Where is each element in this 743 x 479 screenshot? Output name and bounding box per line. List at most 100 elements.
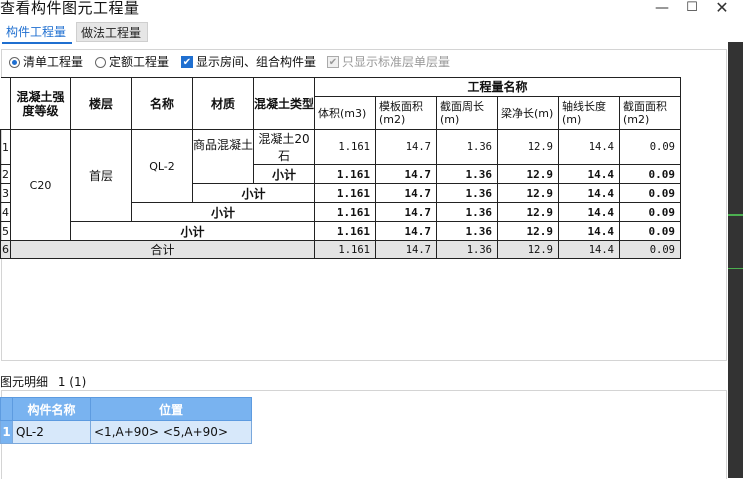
detail-section-title: 图元明细 1 (1) bbox=[0, 374, 86, 390]
detail-header-corner bbox=[0, 397, 13, 421]
header-index-corner bbox=[0, 77, 11, 130]
cell-beam-net-length: 12.9 bbox=[497, 129, 559, 165]
cell-axis-length: 14.4 bbox=[558, 221, 620, 241]
cell-section-area: 0.09 bbox=[619, 240, 681, 259]
cell-formwork-area: 14.7 bbox=[375, 221, 437, 241]
checkbox-disabled-icon: ✔ bbox=[327, 56, 339, 68]
header-concrete-type: 混凝土类型 bbox=[253, 77, 315, 130]
cell-concrete-type: 混凝土20石 bbox=[253, 129, 315, 165]
cell-formwork-area: 14.7 bbox=[375, 129, 437, 165]
cell-axis-length: 14.4 bbox=[558, 164, 620, 184]
check-standard-floor: ✔ 只显示标准层单层量 bbox=[327, 55, 450, 69]
cell-beam-net-length: 12.9 bbox=[497, 221, 559, 241]
window-title: 查看构件图元工程量 bbox=[0, 0, 140, 17]
detail-header-position: 位置 bbox=[90, 397, 252, 421]
check-show-rooms[interactable]: ✔ 显示房间、组合构件量 bbox=[181, 55, 316, 69]
detail-table: 构件名称 位置 1 QL-2 <1,A+90> <5,A+90> bbox=[0, 397, 252, 444]
cell-subtotal-label: 小计 bbox=[131, 202, 315, 222]
tab-component-quantity[interactable]: 构件工程量 bbox=[2, 22, 72, 44]
header-grade: 混凝土强度等级 bbox=[10, 77, 71, 130]
header-volume: 体积(m3) bbox=[314, 96, 376, 130]
cell-beam-net-length: 12.9 bbox=[497, 240, 559, 259]
close-icon[interactable]: ✕ bbox=[708, 0, 736, 16]
row-index: 3 bbox=[0, 183, 11, 203]
cell-total-label: 合计 bbox=[10, 240, 315, 259]
cell-section-perimeter: 1.36 bbox=[436, 202, 498, 222]
strip-accent-2 bbox=[728, 268, 743, 269]
cell-beam-net-length: 12.9 bbox=[497, 183, 559, 203]
radio-list-label: 清单工程量 bbox=[23, 55, 84, 69]
cell-subtotal-label: 小计 bbox=[70, 221, 315, 241]
detail-header-name: 构件名称 bbox=[12, 397, 91, 421]
detail-title-text: 图元明细 bbox=[0, 375, 49, 389]
cell-volume: 1.161 bbox=[314, 183, 376, 203]
cell-volume: 1.161 bbox=[314, 129, 376, 165]
cell-section-perimeter: 1.36 bbox=[436, 129, 498, 165]
cell-formwork-area: 14.7 bbox=[375, 202, 437, 222]
cell-section-perimeter: 1.36 bbox=[436, 240, 498, 259]
detail-row[interactable]: 1 QL-2 <1,A+90> <5,A+90> bbox=[0, 420, 252, 444]
cell-volume: 1.161 bbox=[314, 221, 376, 241]
radio-list-quantity[interactable]: 清单工程量 bbox=[9, 55, 83, 69]
cell-subtotal-label: 小计 bbox=[192, 183, 315, 203]
header-floor: 楼层 bbox=[70, 77, 132, 130]
cell-grade: C20 bbox=[10, 129, 71, 241]
check-std-label: 只显示标准层单层量 bbox=[342, 55, 451, 69]
cell-section-perimeter: 1.36 bbox=[436, 164, 498, 184]
radio-unselected-icon[interactable] bbox=[95, 56, 106, 68]
cell-section-area: 0.09 bbox=[619, 202, 681, 222]
cell-name: QL-2 bbox=[131, 129, 193, 203]
cell-formwork-area: 14.7 bbox=[375, 183, 437, 203]
header-axis-length: 轴线长度(m) bbox=[558, 96, 620, 130]
cell-axis-length: 14.4 bbox=[558, 202, 620, 222]
detail-cell-position[interactable]: <1,A+90> <5,A+90> bbox=[90, 420, 252, 444]
row-index: 1 bbox=[0, 129, 11, 165]
table-row[interactable]: 1 C20 首层 QL-2 商品混凝土 混凝土20石 1.161 14.7 1.… bbox=[0, 129, 681, 241]
tab-method-quantity[interactable]: 做法工程量 bbox=[76, 22, 148, 42]
strip-accent bbox=[728, 214, 743, 216]
maximize-icon[interactable]: ☐ bbox=[678, 0, 706, 16]
cell-section-perimeter: 1.36 bbox=[436, 183, 498, 203]
cell-section-area: 0.09 bbox=[619, 221, 681, 241]
row-index: 6 bbox=[0, 240, 11, 259]
table-row-total[interactable]: 6 合计 1.161 14.7 1.36 12.9 14.4 0.09 bbox=[0, 240, 681, 259]
header-section-area: 截面面积(m2) bbox=[619, 96, 681, 130]
row-index: 5 bbox=[0, 221, 11, 241]
cell-volume: 1.161 bbox=[314, 164, 376, 184]
detail-cell-name[interactable]: QL-2 bbox=[12, 420, 91, 444]
cell-section-area: 0.09 bbox=[619, 129, 681, 165]
cell-formwork-area: 14.7 bbox=[375, 240, 437, 259]
cell-volume: 1.161 bbox=[314, 240, 376, 259]
header-section-perimeter: 截面周长(m) bbox=[436, 96, 498, 130]
radio-quota-quantity[interactable]: 定额工程量 bbox=[95, 55, 169, 69]
cell-axis-length: 14.4 bbox=[558, 183, 620, 203]
quantity-table: 混凝土强度等级 楼层 名称 材质 混凝土类型 工程量名称 体积(m3) 模板面积… bbox=[0, 77, 681, 259]
radio-quota-label: 定额工程量 bbox=[109, 55, 170, 69]
table-row[interactable]: 5 小计 1.161 14.7 1.36 12.9 14.4 0.09 bbox=[0, 221, 681, 241]
row-index: 2 bbox=[0, 164, 11, 184]
cell-volume: 1.161 bbox=[314, 202, 376, 222]
header-name: 名称 bbox=[131, 77, 193, 130]
cell-axis-length: 14.4 bbox=[558, 240, 620, 259]
radio-selected-icon[interactable] bbox=[9, 56, 20, 68]
cell-beam-net-length: 12.9 bbox=[497, 202, 559, 222]
detail-count: 1 (1) bbox=[57, 375, 87, 389]
detail-row-index: 1 bbox=[0, 420, 13, 444]
header-material: 材质 bbox=[192, 77, 254, 130]
checkbox-checked-icon[interactable]: ✔ bbox=[181, 56, 193, 68]
background-window-strip bbox=[728, 42, 743, 478]
title-bar: 查看构件图元工程量 — ☐ ✕ bbox=[0, 0, 743, 18]
cell-section-area: 0.09 bbox=[619, 183, 681, 203]
cell-section-perimeter: 1.36 bbox=[436, 221, 498, 241]
cell-formwork-area: 14.7 bbox=[375, 164, 437, 184]
cell-section-area: 0.09 bbox=[619, 164, 681, 184]
cell-axis-length: 14.4 bbox=[558, 129, 620, 165]
header-quantity-group: 工程量名称 bbox=[314, 77, 681, 97]
cell-material: 商品混凝土 bbox=[192, 129, 254, 184]
check-rooms-label: 显示房间、组合构件量 bbox=[196, 55, 317, 69]
minimize-icon[interactable]: — bbox=[648, 0, 676, 16]
header-beam-net-length: 梁净长(m) bbox=[497, 96, 559, 130]
row-index: 4 bbox=[0, 202, 11, 222]
header-formwork-area: 模板面积(m2) bbox=[375, 96, 437, 130]
cell-floor: 首层 bbox=[70, 129, 132, 222]
